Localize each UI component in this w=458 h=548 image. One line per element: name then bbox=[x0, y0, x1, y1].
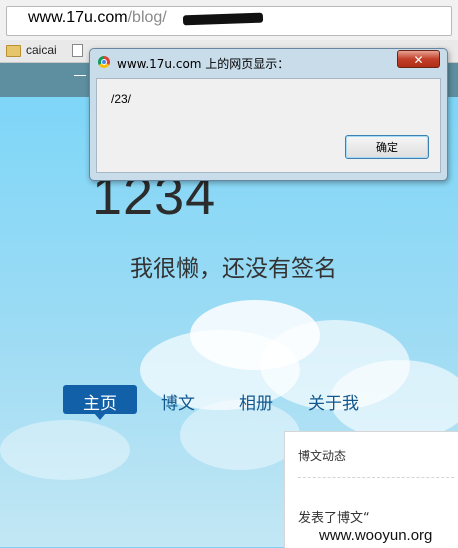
menu-item-about[interactable]: 关于我 bbox=[308, 389, 359, 414]
menu-active-pointer bbox=[94, 413, 106, 420]
page-icon[interactable] bbox=[72, 44, 83, 57]
bookmark-folder-caicai[interactable]: caicai bbox=[26, 43, 57, 57]
url-path: /blog/ bbox=[127, 9, 167, 26]
url-text: www.17u.com/blog/ bbox=[28, 9, 167, 27]
nav-divider bbox=[74, 75, 86, 76]
activity-divider bbox=[298, 477, 454, 478]
cloud bbox=[0, 420, 130, 480]
dialog-body: /23/ 确定 bbox=[96, 78, 441, 173]
folder-icon bbox=[6, 45, 21, 57]
menu-item-home[interactable]: 主页 bbox=[83, 389, 117, 414]
ok-button[interactable]: 确定 bbox=[345, 135, 429, 159]
dialog-titlebar[interactable]: www.17u.com 上的网页显示： ✕ bbox=[90, 49, 447, 75]
menu-item-posts[interactable]: 博文 bbox=[161, 389, 195, 414]
activity-entry[interactable]: 发表了博文“ bbox=[298, 507, 370, 526]
chrome-icon bbox=[98, 56, 110, 68]
url-host: www.17u.com bbox=[28, 9, 128, 26]
watermark: www.wooyun.org bbox=[318, 527, 434, 544]
dialog-message: /23/ bbox=[111, 92, 132, 106]
blog-signature: 我很懒，还没有签名 bbox=[130, 256, 337, 282]
menu-item-albums[interactable]: 相册 bbox=[239, 389, 273, 414]
activity-heading: 博文动态 bbox=[298, 449, 347, 463]
alert-dialog: www.17u.com 上的网页显示： ✕ /23/ 确定 bbox=[89, 48, 448, 181]
dialog-title: www.17u.com 上的网页显示： bbox=[117, 57, 290, 71]
close-button[interactable]: ✕ bbox=[397, 50, 440, 68]
